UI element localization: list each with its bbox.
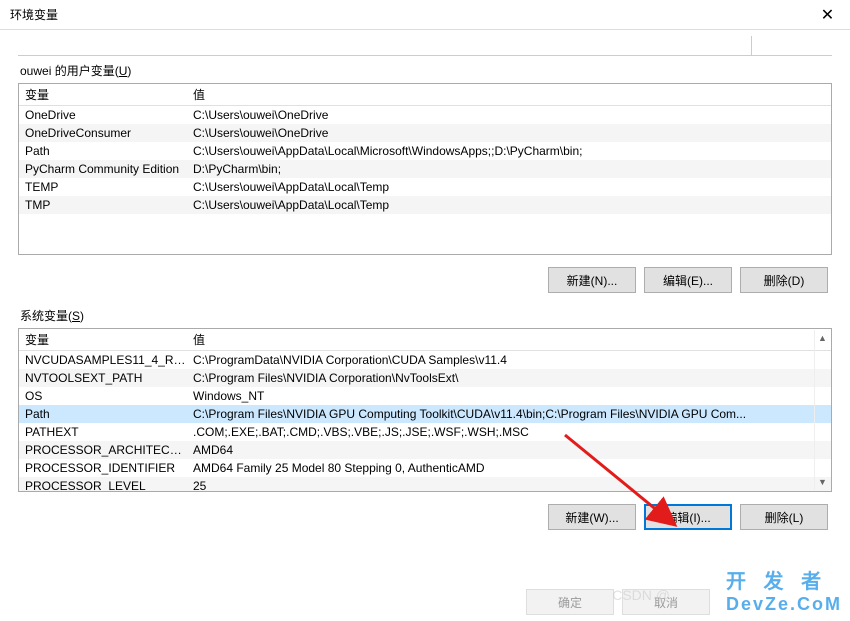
cell-value: C:\Users\ouwei\AppData\Local\Temp <box>189 198 831 212</box>
table-row[interactable]: PROCESSOR_IDENTIFIERAMD64 Family 25 Mode… <box>19 459 831 477</box>
scroll-up-icon[interactable]: ▲ <box>815 330 830 346</box>
cell-value: C:\Program Files\NVIDIA Corporation\NvTo… <box>189 371 831 385</box>
cell-variable: PROCESSOR_IDENTIFIER <box>19 461 189 475</box>
table-header: 变量 值 <box>19 329 831 351</box>
cell-value: C:\Program Files\NVIDIA GPU Computing To… <box>189 407 831 421</box>
cell-value: D:\PyCharm\bin; <box>189 162 831 176</box>
system-new-button[interactable]: 新建(W)... <box>548 504 636 530</box>
dialog-buttons-partial: 确定 取消 <box>0 583 850 621</box>
cell-variable: TEMP <box>19 180 189 194</box>
watermark-csdn: CSDN @ <box>612 587 670 603</box>
table-row[interactable]: TEMPC:\Users\ouwei\AppData\Local\Temp <box>19 178 831 196</box>
cell-value: C:\Users\ouwei\OneDrive <box>189 126 831 140</box>
cell-variable: NVCUDASAMPLES11_4_RO... <box>19 353 189 367</box>
user-vars-table[interactable]: 变量 值 OneDriveC:\Users\ouwei\OneDriveOneD… <box>18 83 832 255</box>
table-row[interactable]: PathC:\Program Files\NVIDIA GPU Computin… <box>19 405 831 423</box>
cell-variable: PyCharm Community Edition <box>19 162 189 176</box>
close-button[interactable]: ✕ <box>805 0 850 30</box>
scroll-down-icon[interactable]: ▼ <box>815 474 830 490</box>
cell-value: C:\Users\ouwei\AppData\Local\Microsoft\W… <box>189 144 831 158</box>
window-title: 环境变量 <box>10 6 58 23</box>
table-row[interactable]: PathC:\Users\ouwei\AppData\Local\Microso… <box>19 142 831 160</box>
tab-stub <box>18 38 832 56</box>
user-edit-button[interactable]: 编辑(E)... <box>644 267 732 293</box>
cell-value: C:\ProgramData\NVIDIA Corporation\CUDA S… <box>189 353 831 367</box>
cell-value: AMD64 <box>189 443 831 457</box>
cell-variable: NVTOOLSEXT_PATH <box>19 371 189 385</box>
cell-variable: Path <box>19 144 189 158</box>
table-row[interactable]: OneDriveC:\Users\ouwei\OneDrive <box>19 106 831 124</box>
cell-variable: PATHEXT <box>19 425 189 439</box>
table-row[interactable]: TMPC:\Users\ouwei\AppData\Local\Temp <box>19 196 831 214</box>
col-variable[interactable]: 变量 <box>19 331 189 348</box>
table-row[interactable]: PROCESSOR_LEVEL25 <box>19 477 831 492</box>
system-vars-label: 系统变量(S) <box>20 307 832 324</box>
col-value[interactable]: 值 <box>189 331 831 348</box>
titlebar: 环境变量 ✕ <box>0 0 850 30</box>
system-edit-button[interactable]: 编辑(I)... <box>644 504 732 530</box>
table-row[interactable]: OneDriveConsumerC:\Users\ouwei\OneDrive <box>19 124 831 142</box>
table-header: 变量 值 <box>19 84 831 106</box>
table-row[interactable]: PATHEXT.COM;.EXE;.BAT;.CMD;.VBS;.VBE;.JS… <box>19 423 831 441</box>
cell-value: .COM;.EXE;.BAT;.CMD;.VBS;.VBE;.JS;.JSE;.… <box>189 425 831 439</box>
col-value[interactable]: 值 <box>189 86 831 103</box>
cell-variable: TMP <box>19 198 189 212</box>
table-row[interactable]: OSWindows_NT <box>19 387 831 405</box>
user-vars-label: ouwei 的用户变量(U) <box>20 62 832 79</box>
scrollbar[interactable]: ▲ ▼ <box>814 330 830 490</box>
table-row[interactable]: NVCUDASAMPLES11_4_RO...C:\ProgramData\NV… <box>19 351 831 369</box>
user-delete-button[interactable]: 删除(D) <box>740 267 828 293</box>
cell-variable: OneDriveConsumer <box>19 126 189 140</box>
system-delete-button[interactable]: 删除(L) <box>740 504 828 530</box>
cell-value: C:\Users\ouwei\OneDrive <box>189 108 831 122</box>
cell-variable: OS <box>19 389 189 403</box>
table-row[interactable]: NVTOOLSEXT_PATHC:\Program Files\NVIDIA C… <box>19 369 831 387</box>
system-vars-table[interactable]: 变量 值 NVCUDASAMPLES11_4_RO...C:\ProgramDa… <box>18 328 832 492</box>
table-row[interactable]: PROCESSOR_ARCHITECTUREAMD64 <box>19 441 831 459</box>
table-row[interactable]: PyCharm Community EditionD:\PyCharm\bin; <box>19 160 831 178</box>
cell-value: C:\Users\ouwei\AppData\Local\Temp <box>189 180 831 194</box>
cell-variable: OneDrive <box>19 108 189 122</box>
cell-value: Windows_NT <box>189 389 831 403</box>
user-new-button[interactable]: 新建(N)... <box>548 267 636 293</box>
ok-button[interactable]: 确定 <box>526 589 614 615</box>
cell-variable: PROCESSOR_ARCHITECTURE <box>19 443 189 457</box>
cell-value: AMD64 Family 25 Model 80 Stepping 0, Aut… <box>189 461 831 475</box>
col-variable[interactable]: 变量 <box>19 86 189 103</box>
cell-value: 25 <box>189 479 831 492</box>
cell-variable: Path <box>19 407 189 421</box>
cell-variable: PROCESSOR_LEVEL <box>19 479 189 492</box>
watermark: 开 发 者 DevZe.CoM <box>726 565 842 615</box>
